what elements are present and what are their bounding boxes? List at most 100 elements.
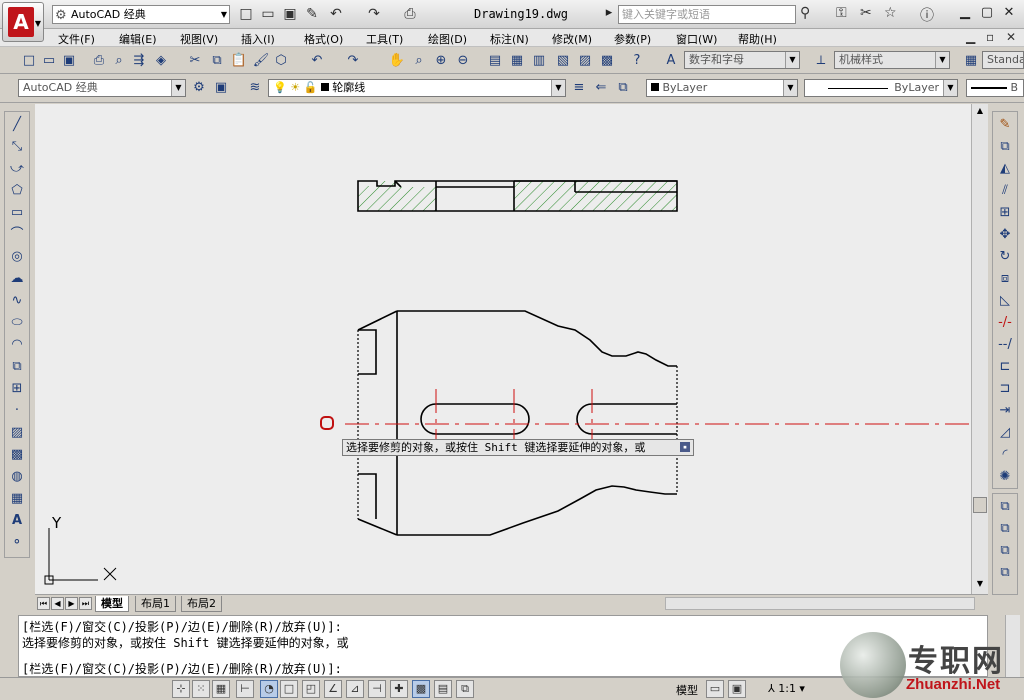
workspace-select[interactable]: AutoCAD 经典 ▼ xyxy=(18,79,186,97)
quick-properties-toggle[interactable]: ▤ xyxy=(434,680,452,698)
move-icon[interactable]: ✥ xyxy=(996,226,1014,244)
application-menu-button[interactable]: A ▼ xyxy=(2,2,44,42)
pan-icon[interactable]: ✋ xyxy=(388,52,406,70)
send-under-icon[interactable]: ⧉ xyxy=(996,564,1014,582)
ortho-toggle[interactable]: ⊢ xyxy=(236,680,254,698)
ducs-toggle[interactable]: ⊿ xyxy=(346,680,364,698)
insert-block-icon[interactable]: ⧉ xyxy=(8,358,26,376)
matchprop-icon[interactable]: 🖌 xyxy=(252,52,270,70)
help-icon[interactable]: ? xyxy=(628,52,646,70)
grid-toggle[interactable]: ▦ xyxy=(212,680,230,698)
hatch-icon[interactable]: ▨ xyxy=(8,424,26,442)
menu-edit[interactable]: 编辑(E) xyxy=(119,31,157,47)
layer-state-icon[interactable]: ⧉ xyxy=(614,79,632,97)
qnew-icon[interactable]: □ xyxy=(20,52,38,70)
maximize-button[interactable]: ▢ xyxy=(976,3,998,23)
polygon-icon[interactable]: ⬠ xyxy=(8,182,26,200)
circle-icon[interactable]: ◎ xyxy=(8,248,26,266)
infer-constraints-toggle[interactable]: ⊹ xyxy=(172,680,190,698)
sheetset-icon[interactable]: ▧ xyxy=(554,52,572,70)
new-file-icon[interactable]: □ xyxy=(236,5,256,24)
workspace-switcher[interactable]: ⚙ AutoCAD 经典 ▼ xyxy=(52,5,230,24)
3d-print-icon[interactable]: ◈ xyxy=(152,52,170,70)
redo-icon[interactable]: ↷ xyxy=(344,52,362,70)
title-chevron-icon[interactable]: ▸ xyxy=(598,3,620,23)
gradient-icon[interactable]: ▩ xyxy=(8,446,26,464)
search-input[interactable]: 键入关键字或短语 xyxy=(618,5,796,24)
zoom-window-icon[interactable]: ⊕ xyxy=(432,52,450,70)
point-icon[interactable]: · xyxy=(8,402,26,420)
osnap-toggle[interactable]: □ xyxy=(280,680,298,698)
menu-tools[interactable]: 工具(T) xyxy=(366,31,403,47)
first-tab-icon[interactable]: ⏮ xyxy=(37,597,50,610)
menu-window[interactable]: 窗口(W) xyxy=(676,31,717,47)
key-icon[interactable]: ⚿ xyxy=(836,5,847,21)
menu-file[interactable]: 文件(F) xyxy=(58,31,95,47)
add-selected-icon[interactable]: ⚬ xyxy=(8,534,26,552)
scroll-up-icon[interactable]: ▲ xyxy=(973,105,987,117)
extend-icon[interactable]: --/ xyxy=(996,336,1014,354)
array-icon[interactable]: ⊞ xyxy=(996,204,1014,222)
multiline-text-icon[interactable]: A xyxy=(8,512,26,530)
make-current-icon[interactable]: ≡ xyxy=(570,79,588,97)
zoom-realtime-icon[interactable]: ⌕ xyxy=(410,52,428,70)
open-folder-icon[interactable]: ▭ xyxy=(258,5,278,24)
rotate-icon[interactable]: ↻ xyxy=(996,248,1014,266)
break-at-point-icon[interactable]: ⊏ xyxy=(996,358,1014,376)
menu-modify[interactable]: 修改(M) xyxy=(552,31,592,47)
open-icon[interactable]: ▭ xyxy=(40,52,58,70)
otrack-toggle[interactable]: ∠ xyxy=(324,680,342,698)
transparency-toggle[interactable]: ▩ xyxy=(412,680,430,698)
scale-icon[interactable]: ⧈ xyxy=(996,270,1014,288)
save-as-icon[interactable]: ✎ xyxy=(302,5,322,24)
menu-draw[interactable]: 绘图(D) xyxy=(428,31,467,47)
horizontal-scrollbar[interactable] xyxy=(665,597,975,610)
layer-previous-icon[interactable]: ⇐ xyxy=(592,79,610,97)
calculator-icon[interactable]: ▩ xyxy=(598,52,616,70)
color-select[interactable]: ByLayer ▼ xyxy=(646,79,798,97)
last-tab-icon[interactable]: ⏭ xyxy=(79,597,92,610)
make-block-icon[interactable]: ⊞ xyxy=(8,380,26,398)
spline-icon[interactable]: ∿ xyxy=(8,292,26,310)
command-prompt[interactable]: [栏选(F)/窗交(C)/投影(P)/边(E)/删除(R)/放弃(U)]: xyxy=(22,660,342,677)
layout-quickview-icon[interactable]: ▭ xyxy=(706,680,724,698)
table-icon[interactable]: ▦ xyxy=(8,490,26,508)
copy-icon[interactable]: ⧉ xyxy=(208,52,226,70)
model-space-label[interactable]: 模型 xyxy=(676,682,698,698)
mirror-icon[interactable]: ◭ xyxy=(996,160,1014,178)
fillet-icon[interactable]: ◜ xyxy=(996,446,1014,464)
tab-model[interactable]: 模型 xyxy=(95,596,129,612)
ellipse-arc-icon[interactable]: ◠ xyxy=(8,336,26,354)
erase-icon[interactable]: ✎ xyxy=(996,116,1014,134)
arc-icon[interactable]: ⌒ xyxy=(8,226,26,244)
linetype-select[interactable]: ByLayer ▼ xyxy=(804,79,958,97)
star-icon[interactable]: ☆ xyxy=(884,5,897,21)
dim-style-select[interactable]: 机械样式 ▼ xyxy=(834,51,950,69)
construction-line-icon[interactable]: ⤡ xyxy=(8,138,26,156)
layer-select[interactable]: 💡 ☀ 🔓 轮廓线 ▼ xyxy=(268,79,566,97)
table-style-select[interactable]: Standa xyxy=(982,51,1024,69)
zoom-previous-icon[interactable]: ⊖ xyxy=(454,52,472,70)
explode-icon[interactable]: ✺ xyxy=(996,468,1014,486)
prev-tab-icon[interactable]: ◀ xyxy=(51,597,64,610)
3d-osnap-toggle[interactable]: ◰ xyxy=(302,680,320,698)
block-editor-icon[interactable]: ⬡ xyxy=(272,52,290,70)
bring-front-icon[interactable]: ⧉ xyxy=(996,498,1014,516)
menu-view[interactable]: 视图(V) xyxy=(180,31,218,47)
send-back-icon[interactable]: ⧉ xyxy=(996,520,1014,538)
tab-layout2[interactable]: 布局2 xyxy=(181,596,222,612)
annotation-scale[interactable]: ⅄ 1:1 ▾ xyxy=(768,682,805,695)
undo-icon[interactable]: ↶ xyxy=(308,52,326,70)
exchange-icon[interactable]: ✂ xyxy=(860,5,872,21)
lineweight-toggle[interactable]: ✚ xyxy=(390,680,408,698)
dim-style-icon[interactable]: ⟂ xyxy=(812,52,830,70)
trim-icon[interactable]: -/- xyxy=(996,314,1014,332)
stretch-icon[interactable]: ◺ xyxy=(996,292,1014,310)
text-style-select[interactable]: 数字和字母 ▼ xyxy=(684,51,800,69)
drawing-canvas[interactable]: Y xyxy=(35,104,971,594)
workspace-save-icon[interactable]: ▣ xyxy=(212,79,230,97)
workspace-settings-icon[interactable]: ⚙ xyxy=(190,79,208,97)
menu-format[interactable]: 格式(O) xyxy=(304,31,343,47)
menu-help[interactable]: 帮助(H) xyxy=(738,31,777,47)
menu-parameter[interactable]: 参数(P) xyxy=(614,31,651,47)
